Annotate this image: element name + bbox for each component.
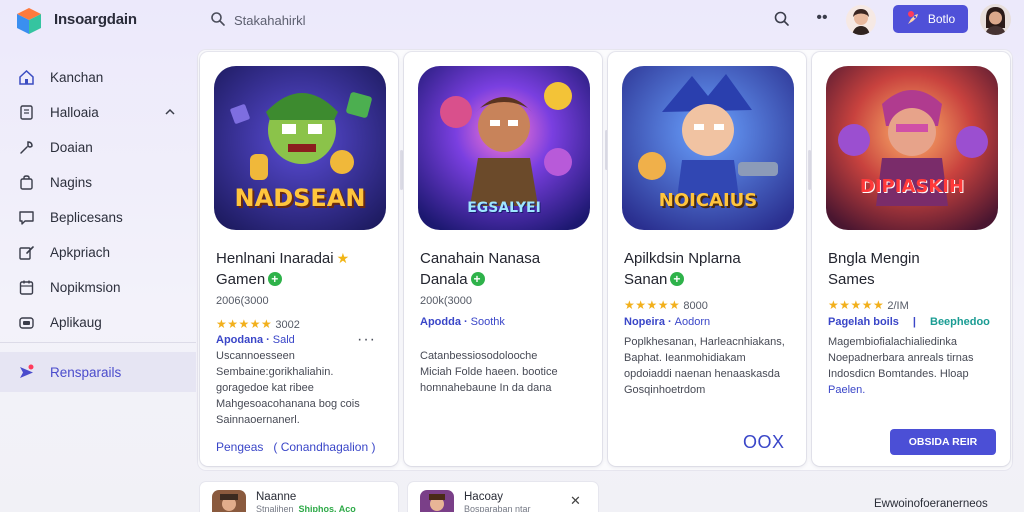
mini-card-thumbnail xyxy=(420,490,454,512)
game-rating: ★★★★★ 3002 xyxy=(216,317,300,331)
scroll-handle[interactable] xyxy=(400,150,403,190)
scroll-handle[interactable] xyxy=(808,150,811,190)
avatar[interactable] xyxy=(846,5,876,35)
send-icon xyxy=(20,364,34,378)
game-tags[interactable]: Apodana · Sald xyxy=(216,334,295,346)
gamepad-icon xyxy=(19,317,34,329)
game-title: Bngla Mengin Sames xyxy=(828,250,920,288)
game-card[interactable]: EGSALYEI Canahain Nanasa Danala 200k(300… xyxy=(404,52,602,466)
sidebar-item-rensparails[interactable]: Rensparails xyxy=(0,352,196,392)
game-art-image[interactable]: NADSEAN xyxy=(214,66,386,230)
sidebar-item-label: Kanchan xyxy=(50,70,104,85)
game-description: Poplkhesanan, Harleacnhiakans, Baphat. I… xyxy=(624,336,785,396)
verified-icon xyxy=(470,269,485,290)
edit-icon xyxy=(19,246,34,260)
sidebar-item-label: Rensparails xyxy=(50,365,122,380)
sidebar-item-halloaia[interactable]: Halloaia xyxy=(0,97,196,127)
mini-card-title: Hacoay xyxy=(464,491,503,503)
game-art-title: EGSALYEI xyxy=(467,200,541,216)
game-subtitle: 2006(3000 xyxy=(216,295,269,307)
star-badge-icon: ★ xyxy=(336,250,350,266)
game-tags[interactable]: Nopeira · Aodorn xyxy=(624,316,710,328)
sidebar-item-label: Nagins xyxy=(50,175,93,190)
profile-avatar[interactable] xyxy=(980,4,1011,35)
sidebar-divider xyxy=(0,342,196,343)
top-bar: Insoargdain •• Botlo xyxy=(0,0,1024,40)
sidebar-item-kanchan[interactable]: Kanchan xyxy=(0,62,196,92)
document-icon xyxy=(20,105,33,120)
sidebar-item-doaian[interactable]: Doaian xyxy=(0,132,196,162)
rating-stars-icon: ★★★★★ xyxy=(624,298,681,312)
search-bar[interactable] xyxy=(200,6,800,34)
sidebar-item-label: Doaian xyxy=(50,140,93,155)
chevron-up-icon[interactable] xyxy=(163,105,177,119)
notifications-button[interactable]: Botlo xyxy=(893,5,968,33)
wrench-icon xyxy=(20,141,33,154)
ox-link[interactable]: OOX xyxy=(743,432,785,453)
game-title: Apilkdsin Nplarna Sanan xyxy=(624,248,794,290)
sidebar-item-nagins[interactable]: Nagins xyxy=(0,167,196,197)
bottom-right-text: Ewwoinofoeranerneos xyxy=(874,498,988,510)
sidebar-item-nopikmsion[interactable]: Nopikmsion xyxy=(0,272,196,302)
mini-card[interactable]: Hacoay Bosparaban ntar ✕ xyxy=(408,482,598,512)
notifications-button-label: Botlo xyxy=(927,12,956,26)
sidebar-item-aplikaug[interactable]: Aplikaug xyxy=(0,307,196,337)
more-options-icon[interactable]: •• xyxy=(812,9,832,29)
main-panel: NADSEAN Henlnani Inaradai★ Gamen 2006(30… xyxy=(198,50,1012,470)
verified-icon xyxy=(268,269,283,290)
bag-icon xyxy=(20,175,33,190)
game-tags[interactable]: Pagelah boils | Beephedoo xyxy=(828,316,990,328)
game-rating: ★★★★★ 8000 xyxy=(624,298,708,312)
game-card[interactable]: NOICAIUS Apilkdsin Nplarna Sanan ★★★★★ 8… xyxy=(608,52,806,466)
mini-card-title: Naanne xyxy=(256,491,297,503)
search-button-icon[interactable] xyxy=(772,9,792,29)
mini-card-subtitle: Bosparaban ntar xyxy=(464,504,531,512)
game-title: Henlnani Inaradai ★ Gamen xyxy=(216,248,386,290)
app-title: Insoargdain xyxy=(54,11,137,28)
chat-icon xyxy=(19,211,34,225)
game-art-image[interactable]: EGSALYEI xyxy=(418,66,590,230)
game-art-image[interactable]: NOICAIUS xyxy=(622,66,794,230)
game-art-title: DIPIASKIH xyxy=(859,176,965,197)
app-logo-icon[interactable] xyxy=(14,6,44,36)
sidebar-item-apkpriach[interactable]: Apkpriach xyxy=(0,237,196,267)
rating-stars-icon: ★★★★★ xyxy=(828,298,885,312)
game-title: Canahain Nanasa Danala xyxy=(420,248,590,290)
game-description: Uscannoesseen Sembaine:gorikhaliahin. go… xyxy=(216,350,360,426)
game-rating: ★★★★★ 2/IM xyxy=(828,298,909,312)
cta-button[interactable]: OBSIDA REIR xyxy=(890,429,996,455)
sidebar-item-beplicesans[interactable]: Beplicesans xyxy=(0,202,196,232)
sidebar-item-label: Halloaia xyxy=(50,105,99,120)
more-options-icon[interactable]: ··· xyxy=(357,331,376,349)
sidebar: Kanchan Halloaia Doaian Nagins Beplicesa… xyxy=(0,52,196,512)
mini-card-subtitle: Stnalihen Shiphos. Aco xyxy=(256,504,356,512)
calendar-icon xyxy=(19,280,34,295)
sidebar-item-label: Nopikmsion xyxy=(50,280,121,295)
search-input[interactable] xyxy=(234,11,534,29)
game-art-title: NOICAIUS xyxy=(658,190,758,211)
sidebar-item-label: Apkpriach xyxy=(50,245,111,260)
sidebar-item-label: Aplikaug xyxy=(50,315,102,330)
mini-card-thumbnail xyxy=(212,490,246,512)
game-art-image[interactable]: DIPIASKIH xyxy=(826,66,998,230)
search-icon xyxy=(211,12,225,26)
game-art-title: NADSEAN xyxy=(234,184,366,212)
sidebar-item-label: Beplicesans xyxy=(50,210,123,225)
mini-card[interactable]: Naanne Stnalihen Shiphos. Aco xyxy=(200,482,398,512)
game-description: Magembiofialachialiedinka Noepadnerbara … xyxy=(828,336,974,396)
game-description: Catanbessiosodolooche Miciah Folde haeen… xyxy=(420,350,558,394)
notification-badge xyxy=(908,11,914,17)
game-subtitle: 200k(3000 xyxy=(420,295,472,307)
game-footer-links[interactable]: Pengeas ( Conandhagalion ) xyxy=(216,440,375,454)
verified-icon xyxy=(670,269,685,290)
close-icon[interactable]: ✕ xyxy=(570,493,581,509)
game-tags[interactable]: Apodda · Soothk xyxy=(420,316,505,328)
rating-stars-icon: ★★★★★ xyxy=(216,317,273,331)
game-card[interactable]: NADSEAN Henlnani Inaradai★ Gamen 2006(30… xyxy=(200,52,398,466)
home-icon xyxy=(19,69,34,85)
game-card[interactable]: DIPIASKIH Bngla Mengin Sames ★★★★★ 2/IM … xyxy=(812,52,1010,466)
